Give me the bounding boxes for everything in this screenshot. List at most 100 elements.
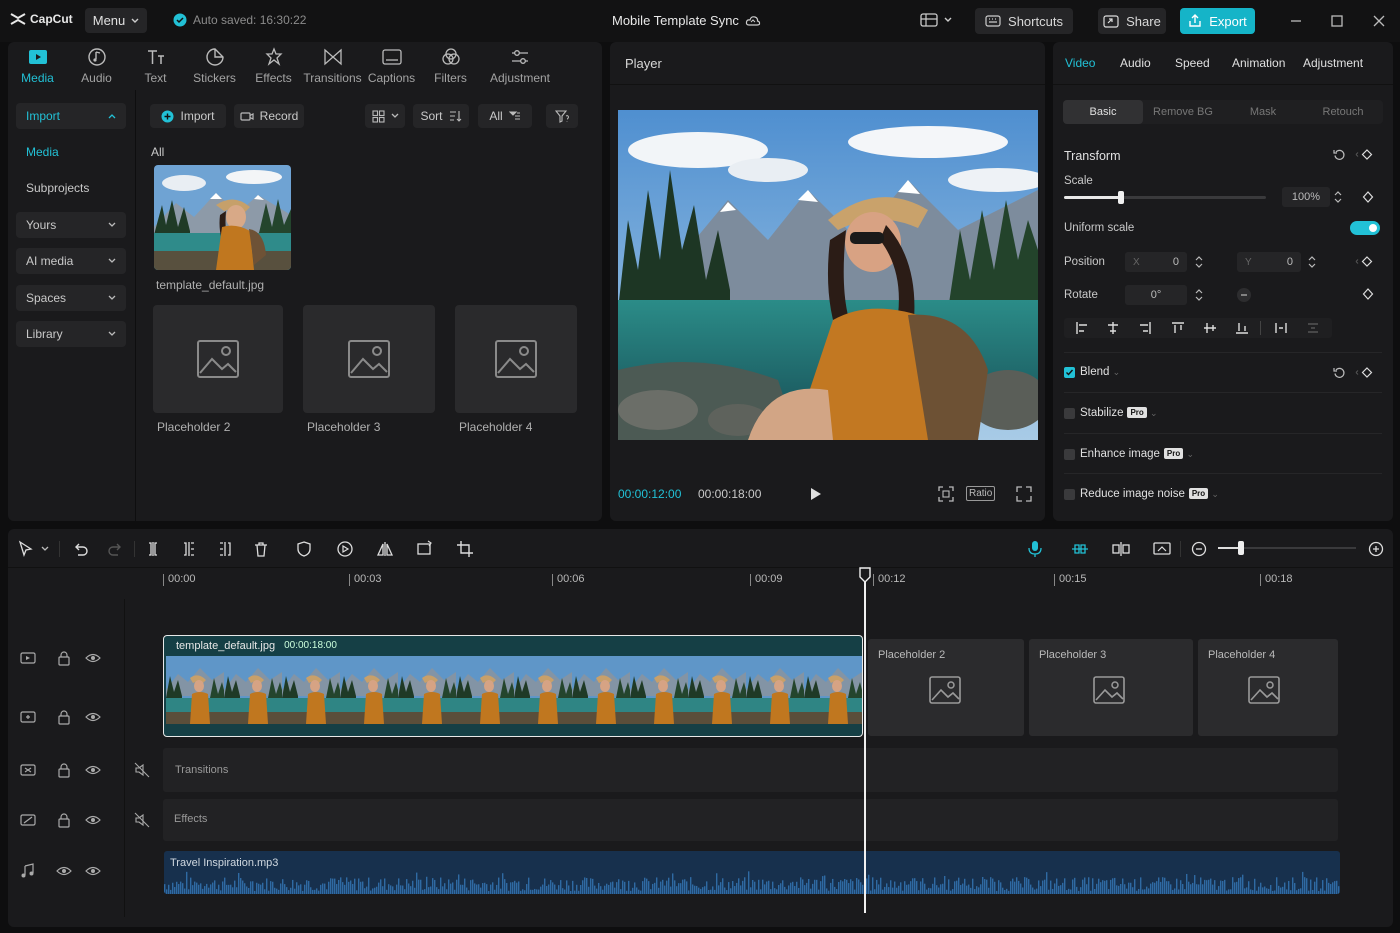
align-top-icon[interactable] bbox=[1171, 321, 1185, 335]
keyframe-icon[interactable] bbox=[1362, 288, 1374, 300]
subtab-retouch[interactable]: Retouch bbox=[1303, 100, 1383, 124]
tab-stickers[interactable]: Stickers bbox=[185, 42, 244, 90]
playhead-handle-icon[interactable] bbox=[859, 567, 871, 583]
subtab-mask[interactable]: Mask bbox=[1223, 100, 1303, 124]
crop-icon[interactable] bbox=[456, 540, 474, 558]
tab-adjustment[interactable]: Adjustment bbox=[480, 42, 560, 90]
prop-tab-audio[interactable]: Audio bbox=[1120, 56, 1151, 70]
project-title[interactable]: Mobile Template Sync bbox=[612, 13, 761, 28]
select-cursor-icon[interactable] bbox=[17, 540, 35, 558]
maximize-icon[interactable] bbox=[1329, 13, 1345, 29]
uniform-scale-toggle[interactable] bbox=[1350, 221, 1380, 235]
shortcuts-button[interactable]: Shortcuts bbox=[975, 8, 1073, 34]
keyframe-icon[interactable] bbox=[1355, 255, 1375, 268]
link-clips-icon[interactable] bbox=[1112, 540, 1130, 558]
export-button[interactable]: Export bbox=[1180, 8, 1255, 34]
play-icon[interactable] bbox=[810, 487, 822, 501]
sidebar-item-subprojects[interactable]: Subprojects bbox=[16, 175, 126, 201]
redo-icon[interactable] bbox=[107, 540, 125, 558]
play-circle-icon[interactable] bbox=[336, 540, 354, 558]
share-button[interactable]: Share bbox=[1098, 8, 1166, 34]
sort-button[interactable]: Sort bbox=[413, 104, 469, 128]
stepper-icon[interactable] bbox=[1333, 189, 1343, 205]
align-bottom-icon[interactable] bbox=[1235, 321, 1249, 335]
tab-text[interactable]: Text bbox=[126, 42, 185, 90]
rotate-dial-icon[interactable] bbox=[1236, 287, 1252, 303]
eye-icon[interactable] bbox=[85, 709, 101, 725]
mute-icon[interactable] bbox=[134, 762, 150, 778]
subtab-remove-bg[interactable]: Remove BG bbox=[1143, 100, 1223, 124]
scale-slider-handle[interactable] bbox=[1117, 191, 1124, 204]
sidebar-item-spaces[interactable]: Spaces bbox=[16, 285, 126, 311]
chevron-down-icon[interactable] bbox=[41, 546, 49, 552]
tab-transitions[interactable]: Transitions bbox=[303, 42, 362, 90]
magnet-link-icon[interactable] bbox=[1071, 540, 1089, 558]
keyframe-icon[interactable] bbox=[1355, 366, 1375, 379]
lock-icon[interactable] bbox=[56, 650, 72, 666]
eye-icon[interactable] bbox=[85, 762, 101, 778]
prop-tab-speed[interactable]: Speed bbox=[1175, 56, 1210, 70]
sidebar-item-library[interactable]: Library bbox=[16, 321, 126, 347]
shield-icon[interactable] bbox=[295, 540, 313, 558]
delete-icon[interactable] bbox=[252, 540, 270, 558]
enhance-image-checkbox[interactable] bbox=[1064, 449, 1075, 460]
keyframe-icon[interactable] bbox=[1362, 191, 1374, 203]
rotate-field[interactable]: 0° bbox=[1125, 285, 1187, 305]
eye-icon[interactable] bbox=[56, 863, 72, 879]
reset-icon[interactable] bbox=[1333, 148, 1346, 161]
placeholder-clip-2[interactable]: Placeholder 2 bbox=[868, 639, 1024, 736]
split-icon[interactable] bbox=[144, 540, 162, 558]
align-center-h-icon[interactable] bbox=[1106, 321, 1120, 335]
eye-icon[interactable] bbox=[85, 650, 101, 666]
eye-icon[interactable] bbox=[85, 812, 101, 828]
zoom-slider[interactable] bbox=[1218, 541, 1356, 555]
media-thumb-template-default[interactable] bbox=[154, 165, 291, 270]
playhead[interactable] bbox=[864, 569, 866, 913]
scale-slider[interactable] bbox=[1064, 191, 1266, 204]
prop-tab-video[interactable]: Video bbox=[1065, 56, 1095, 70]
zoom-out-icon[interactable] bbox=[1190, 540, 1208, 558]
menu-button[interactable]: Menu bbox=[85, 8, 147, 33]
reset-icon[interactable] bbox=[1333, 366, 1346, 379]
import-button[interactable]: Import bbox=[150, 104, 226, 128]
placeholder-clip-3[interactable]: Placeholder 3 bbox=[1029, 639, 1193, 736]
align-right-icon[interactable] bbox=[1138, 321, 1152, 335]
microphone-icon[interactable] bbox=[1026, 540, 1044, 558]
rotate-frame-icon[interactable] bbox=[416, 540, 434, 558]
effects-track[interactable]: Effects bbox=[163, 799, 1338, 841]
undo-icon[interactable] bbox=[71, 540, 89, 558]
sidebar-item-media[interactable]: Media bbox=[16, 139, 126, 165]
position-y-field[interactable]: Y0 bbox=[1237, 252, 1301, 272]
media-thumb-placeholder-4[interactable] bbox=[455, 305, 577, 413]
audio-clip[interactable]: Travel Inspiration.mp3 bbox=[164, 851, 1340, 894]
tab-captions[interactable]: Captions bbox=[362, 42, 421, 90]
filter-all-button[interactable]: All bbox=[478, 104, 532, 128]
minimize-icon[interactable] bbox=[1288, 13, 1304, 29]
transitions-track[interactable]: Transitions bbox=[163, 748, 1338, 792]
lock-icon[interactable] bbox=[56, 709, 72, 725]
subtab-basic[interactable]: Basic bbox=[1063, 100, 1143, 124]
fit-frame-icon[interactable] bbox=[938, 486, 954, 502]
stepper-icon[interactable] bbox=[1194, 254, 1204, 270]
close-icon[interactable] bbox=[1371, 13, 1387, 29]
ratio-button[interactable]: Ratio bbox=[966, 486, 996, 501]
sidebar-item-yours[interactable]: Yours bbox=[16, 212, 126, 238]
stepper-icon[interactable] bbox=[1307, 254, 1317, 270]
tab-media[interactable]: Media bbox=[8, 42, 67, 90]
fullscreen-icon[interactable] bbox=[1016, 486, 1032, 502]
align-center-v-icon[interactable] bbox=[1203, 321, 1217, 335]
keyframe-icon[interactable] bbox=[1355, 148, 1375, 161]
eye-icon[interactable] bbox=[85, 863, 101, 879]
split-left-icon[interactable] bbox=[180, 540, 198, 558]
sidebar-item-import[interactable]: Import bbox=[16, 103, 126, 129]
tab-audio[interactable]: Audio bbox=[67, 42, 126, 90]
zoom-in-icon[interactable] bbox=[1367, 540, 1385, 558]
scale-value-field[interactable]: 100% bbox=[1282, 187, 1330, 207]
prop-tab-animation[interactable]: Animation bbox=[1232, 56, 1285, 70]
align-left-icon[interactable] bbox=[1075, 321, 1089, 335]
split-right-icon[interactable] bbox=[216, 540, 234, 558]
view-mode-button[interactable] bbox=[365, 104, 405, 128]
lock-icon[interactable] bbox=[56, 762, 72, 778]
player-preview[interactable] bbox=[618, 110, 1038, 440]
blend-checkbox[interactable] bbox=[1064, 367, 1075, 378]
